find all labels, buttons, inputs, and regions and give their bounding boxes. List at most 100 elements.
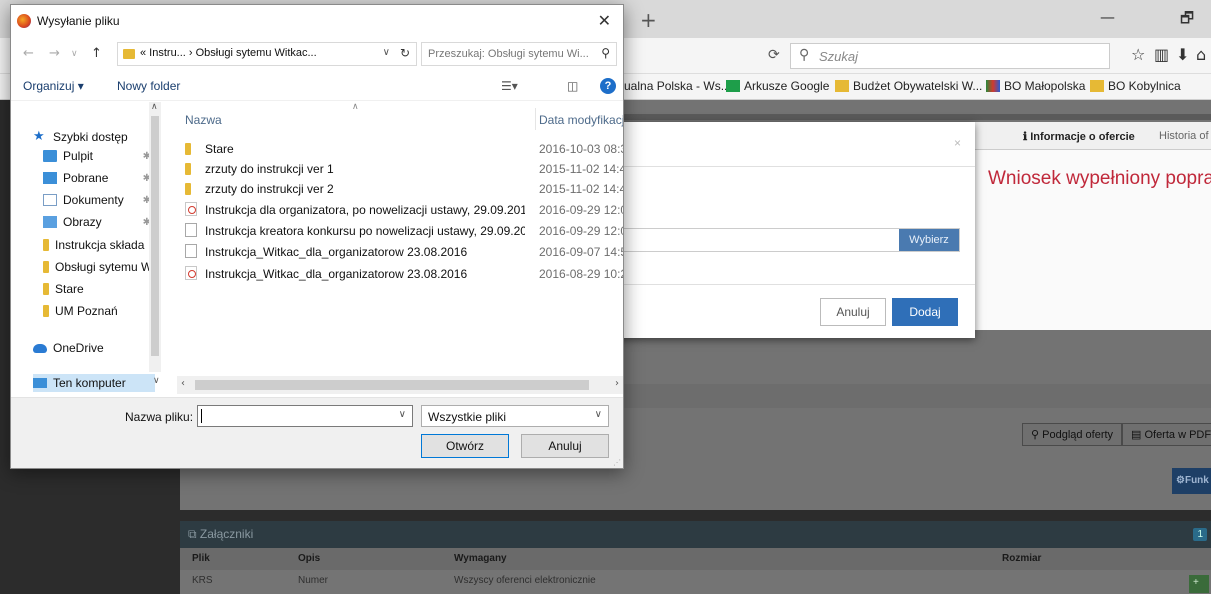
recent-chevron-icon[interactable]: ∨ xyxy=(71,49,78,59)
folder-icon xyxy=(123,49,135,59)
file-row[interactable]: zrzuty do instrukcji ver 2 2015-11-02 14… xyxy=(185,179,623,199)
pdf-icon: ▤ xyxy=(1131,429,1145,441)
bookmark-item[interactable]: BO Kobylnica xyxy=(1090,79,1181,93)
table-row: KRS Numer Wszyscy oferenci elektroniczni… xyxy=(180,570,1211,594)
folder-icon xyxy=(43,305,49,317)
scroll-right-icon[interactable]: › xyxy=(615,378,619,389)
dialog-footer: Nazwa pliku: ∨ Wszystkie pliki ∨ Otwórz … xyxy=(11,397,623,468)
file-row[interactable]: zrzuty do instrukcji ver 1 2015-11-02 14… xyxy=(185,159,623,179)
functions-button[interactable]: ⚙Funk xyxy=(1172,468,1211,494)
nav-item-folder[interactable]: Stare xyxy=(43,282,157,296)
file-row[interactable]: Stare 2016-10-03 08:34 xyxy=(185,139,623,159)
nav-scrollbar[interactable]: ∧ xyxy=(149,102,161,372)
library-icon[interactable]: ▥ xyxy=(1154,45,1169,64)
minimize-button[interactable]: — xyxy=(1100,8,1115,26)
cancel-button[interactable]: Anuluj xyxy=(521,434,609,458)
address-bar[interactable]: « Instru... › Obsługi sytemu Witkac... ∨… xyxy=(117,42,417,66)
column-date-header[interactable]: Data modyfikacji xyxy=(539,113,623,127)
nav-item-folder[interactable]: Instrukcja składa xyxy=(43,238,157,252)
scroll-left-icon[interactable]: ‹ xyxy=(181,378,185,389)
organize-button[interactable]: Organizuj ▾ xyxy=(23,79,84,93)
back-arrow-icon[interactable]: ← xyxy=(23,46,34,61)
folder-search-placeholder: Przeszukaj: Obsługi sytemu Wi... xyxy=(428,48,589,60)
text-file-icon xyxy=(185,244,197,258)
bookmark-item[interactable]: Budżet Obywatelski W... xyxy=(835,79,982,93)
preview-pane-icon[interactable]: ◫ xyxy=(567,79,578,93)
folder-search-input[interactable]: Przeszukaj: Obsługi sytemu Wi... ⚲ xyxy=(421,42,617,66)
file-list: ∧ Nazwa Data modyfikacji Stare 2016-10-0… xyxy=(177,102,623,396)
new-folder-button[interactable]: Nowy folder xyxy=(117,79,180,93)
offer-pdf-button[interactable]: ▤ Oferta w PDF xyxy=(1122,423,1211,446)
bookmark-item[interactable]: ualna Polska - Ws... xyxy=(624,79,731,93)
new-tab-button[interactable]: + xyxy=(640,8,657,32)
expand-chevron-icon[interactable]: ∨ xyxy=(153,376,160,386)
attachments-count-badge: 1 xyxy=(1193,528,1207,541)
add-attachment-button[interactable]: + xyxy=(1189,575,1209,593)
modal-cancel-button[interactable]: Anuluj xyxy=(820,298,886,326)
column-header: Opis xyxy=(298,553,321,564)
chevron-down-icon[interactable]: ∨ xyxy=(399,409,406,420)
preview-offer-button[interactable]: ⚲ Podgląd oferty xyxy=(1022,423,1123,446)
resize-grip-icon[interactable]: ⋰ xyxy=(613,458,621,467)
download-arrow-icon[interactable]: ⬇ xyxy=(1176,45,1189,64)
column-name-header[interactable]: Nazwa xyxy=(185,113,222,127)
file-date: 2015-11-02 14:47 xyxy=(539,162,623,176)
attachments-header: ⧉ Załączniki 1 xyxy=(180,521,1211,548)
bookmark-item[interactable]: Arkusze Google xyxy=(726,79,829,93)
choose-file-button[interactable]: Wybierz xyxy=(899,229,959,251)
address-path: « Instru... › Obsługi sytemu Witkac... xyxy=(140,47,317,59)
home-icon[interactable]: ⌂ xyxy=(1196,45,1206,64)
modal-file-input[interactable]: Wybierz xyxy=(600,228,960,252)
nav-item-desktop[interactable]: Pulpit ✱ xyxy=(43,149,157,163)
file-row[interactable]: Instrukcja dla organizatora, po noweliza… xyxy=(185,200,623,220)
file-date: 2016-10-03 08:34 xyxy=(539,142,623,156)
help-icon[interactable]: ? xyxy=(600,78,616,94)
bookmark-star-icon[interactable]: ☆ xyxy=(1131,45,1145,64)
tab-offer-info[interactable]: ℹ Informacje o ofercie xyxy=(1023,130,1135,143)
dialog-title: Wysyłanie pliku xyxy=(37,14,120,28)
column-header: Wymagany xyxy=(454,553,507,564)
nav-item-folder[interactable]: Obsługi sytemu W xyxy=(43,260,157,274)
refresh-icon[interactable]: ↻ xyxy=(400,46,410,60)
browser-search-input[interactable]: ⚲ Szukaj xyxy=(790,43,1110,69)
bookmark-item[interactable]: BO Małopolska xyxy=(986,79,1085,93)
star-icon: ★ xyxy=(33,130,45,144)
nav-item-folder[interactable]: UM Poznań xyxy=(43,304,157,318)
chevron-down-icon[interactable]: ∨ xyxy=(383,47,390,58)
column-divider[interactable] xyxy=(535,108,536,130)
file-name: Stare xyxy=(205,142,234,156)
file-date: 2015-11-02 14:47 xyxy=(539,182,623,196)
sheets-icon xyxy=(726,80,740,92)
view-options-icon[interactable]: ☰▾ xyxy=(501,79,518,93)
nav-scroll-thumb[interactable] xyxy=(151,116,159,356)
nav-item-pictures[interactable]: Obrazy ✱ xyxy=(43,215,157,229)
file-row[interactable]: Instrukcja kreatora konkursu po noweliza… xyxy=(185,221,623,241)
onedrive-icon xyxy=(33,343,47,353)
nav-item-quick-access[interactable]: ★ Szybki dostęp xyxy=(33,130,155,144)
nav-item-onedrive[interactable]: OneDrive xyxy=(33,341,155,355)
chevron-down-icon[interactable]: ∨ xyxy=(595,409,602,420)
modal-add-button[interactable]: Dodaj xyxy=(892,298,958,326)
forward-arrow-icon[interactable]: → xyxy=(49,46,60,61)
horizontal-scrollbar[interactable]: ‹ › xyxy=(177,376,623,394)
open-button[interactable]: Otwórz xyxy=(421,434,509,458)
modal-close-icon[interactable]: × xyxy=(954,136,961,150)
file-row[interactable]: Instrukcja_Witkac_dla_organizatorow 23.0… xyxy=(185,264,623,284)
horizontal-scroll-thumb[interactable] xyxy=(195,380,589,390)
cell-opis: Numer xyxy=(298,575,329,586)
restore-button[interactable]: 🗗 xyxy=(1180,8,1194,33)
file-row[interactable]: Instrukcja_Witkac_dla_organizatorow 23.0… xyxy=(185,242,623,262)
folder-icon xyxy=(1090,80,1104,92)
tab-offer-history[interactable]: Historia of xyxy=(1159,130,1209,142)
modal-divider xyxy=(600,284,975,285)
nav-item-this-pc[interactable]: Ten komputer xyxy=(33,374,155,392)
reload-icon[interactable]: ⟳ xyxy=(768,47,780,63)
close-icon[interactable]: ✕ xyxy=(598,11,611,30)
up-arrow-icon[interactable]: ↑ xyxy=(91,46,102,61)
filename-input[interactable]: ∨ xyxy=(197,405,413,427)
nav-item-downloads[interactable]: Pobrane ✱ xyxy=(43,171,157,185)
nav-item-documents[interactable]: Dokumenty ✱ xyxy=(43,193,157,207)
column-header: Plik xyxy=(192,553,210,564)
scroll-up-icon[interactable]: ∧ xyxy=(151,102,158,112)
file-type-select[interactable]: Wszystkie pliki ∨ xyxy=(421,405,609,427)
